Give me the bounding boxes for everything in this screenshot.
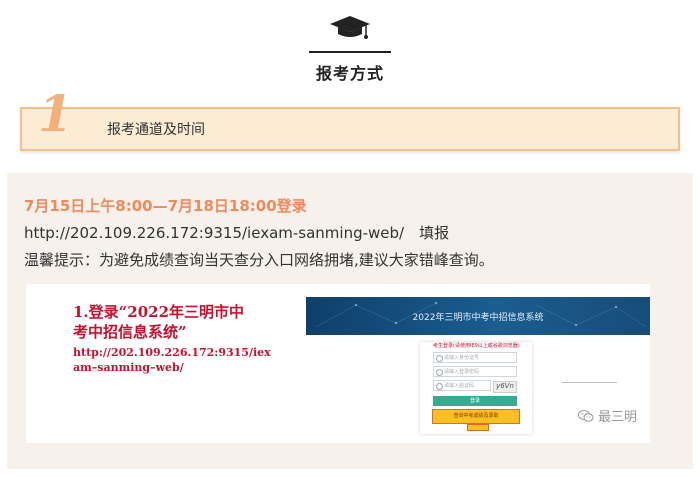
id-number-input[interactable]: 请输入身份证号	[433, 352, 517, 363]
watermark: 最三明	[578, 406, 637, 425]
captcha-image[interactable]: y6Vn	[493, 381, 517, 393]
title-divider	[309, 51, 391, 53]
step-label: 报考通道及时间	[107, 122, 205, 138]
shield-icon	[436, 383, 443, 390]
graduation-cap-icon	[330, 16, 370, 39]
user-icon	[436, 355, 443, 362]
caption-line: 1.登录“2022年三明市中	[73, 303, 245, 321]
input-placeholder: 请输入验证码	[444, 383, 475, 389]
section-title: 报考方式	[315, 64, 384, 83]
divider	[562, 382, 617, 383]
lock-icon	[436, 369, 443, 376]
registration-date: 7月15日上午8:00—7月18日18:00登录	[24, 197, 307, 215]
captcha-input[interactable]: 请输入验证码	[433, 380, 491, 391]
caption-url-line: http://202.109.226.172:9315/iex	[73, 346, 271, 359]
step-number: 1	[38, 84, 73, 143]
wechat-icon	[578, 409, 594, 422]
site-title: 2022年三明市中考中招信息系统	[412, 313, 544, 323]
screenshot-caption-url: http://202.109.226.172:9315/iex am–sanmi…	[73, 345, 273, 375]
screenshot-caption: 1.登录“2022年三明市中 考中招信息系统”	[73, 302, 244, 342]
login-button[interactable]: 登录	[433, 396, 517, 406]
registration-url[interactable]: http://202.109.226.172:9315/iexam-sanmin…	[24, 222, 449, 243]
input-placeholder: 请输入登录密码	[444, 369, 480, 375]
watermark-text: 最三明	[598, 410, 638, 425]
password-input[interactable]: 请输入登录密码	[433, 366, 517, 377]
input-placeholder: 请输入身份证号	[444, 355, 480, 361]
caption-line: 考中招信息系统”	[73, 323, 187, 341]
login-form-label: 考生登录(请使用IE9以上或谷歌浏览器)	[433, 343, 520, 349]
caption-url-line: am–sanming–web/	[73, 361, 184, 374]
reminder-tip: 温馨提示：为避免成绩查询当天查分入口网络拥堵,建议大家错峰查询。	[24, 251, 494, 269]
query-sub-button[interactable]	[467, 424, 489, 431]
query-score-button[interactable]: 查询中考成绩及录取	[432, 409, 520, 424]
